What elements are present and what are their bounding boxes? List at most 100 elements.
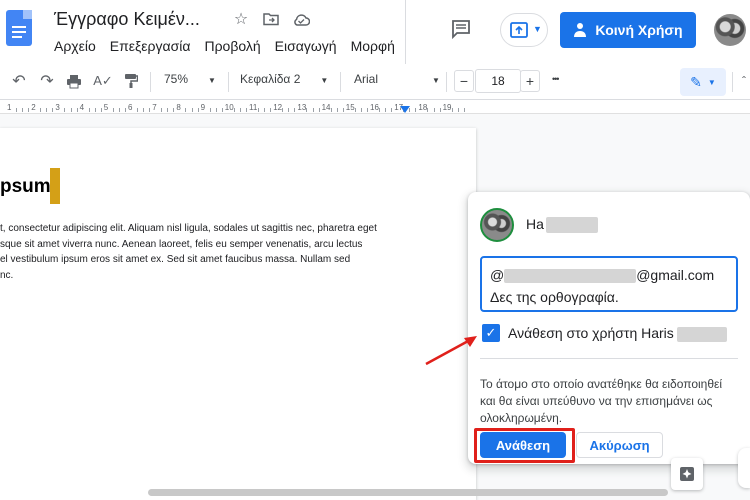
ruler-tick — [360, 108, 362, 112]
ruler-tick — [22, 108, 24, 112]
collapse-toolbar-icon[interactable]: ˆ — [738, 72, 750, 90]
ruler-tick — [288, 108, 290, 112]
menu-view[interactable]: Προβολή — [204, 38, 260, 54]
ruler-number: 18 — [418, 103, 428, 112]
ruler-tick — [94, 108, 96, 112]
ruler-tick — [209, 108, 211, 112]
horizontal-ruler: 1 2 3 4 5 6 7 8 9 10 11 12 13 14 15 16 17 18 19 — [0, 100, 750, 114]
editing-mode-button[interactable]: ✎ ▼ — [680, 68, 726, 96]
comment-text: Δες της ορθογραφία. — [490, 289, 619, 305]
ruler-tick — [385, 108, 387, 112]
ruler-tick — [28, 108, 30, 112]
assign-checkbox-label[interactable]: Ανάθεση στο χρήστη Haris — [508, 325, 727, 342]
ruler-number: 3 — [55, 103, 60, 112]
ruler-number: 7 — [152, 103, 157, 112]
ruler-tick — [100, 108, 102, 112]
style-select[interactable]: Κεφαλίδα 2 ▼ — [240, 72, 328, 86]
header-divider — [405, 0, 406, 64]
ruler-tick — [306, 108, 308, 112]
decrease-font-size-button[interactable]: − — [454, 70, 474, 92]
docs-logo-icon[interactable] — [6, 10, 32, 46]
redacted-name — [545, 217, 598, 234]
comment-history-icon[interactable] — [450, 18, 472, 40]
ruler-tick — [318, 108, 320, 112]
move-folder-icon[interactable] — [262, 10, 280, 28]
ruler-tick — [258, 108, 260, 112]
document-heading[interactable]: psum — [0, 176, 51, 198]
ruler-number: 4 — [79, 103, 85, 112]
share-button[interactable]: Κοινή Χρήση — [560, 12, 696, 48]
spellcheck-icon[interactable]: A✓ — [93, 72, 113, 90]
ruler-tick — [76, 108, 78, 112]
ruler-tick — [391, 108, 393, 112]
commenter-name-text: Ha — [526, 216, 544, 232]
increase-font-size-button[interactable]: + — [520, 70, 540, 92]
ruler-tick — [463, 108, 465, 112]
assign-note: Το άτομο στο οποίο ανατέθηκε θα ειδοποιη… — [480, 377, 723, 425]
menu-insert[interactable]: Εισαγωγή — [275, 38, 337, 54]
body-line: nc. — [0, 269, 14, 281]
account-avatar[interactable] — [714, 14, 746, 46]
font-select[interactable]: Arial ▼ — [354, 72, 440, 86]
more-options-icon[interactable]: ••• — [552, 74, 560, 84]
ruler-tick — [161, 108, 163, 112]
ruler-tick — [167, 108, 169, 112]
toolbar-separator — [150, 72, 151, 92]
chevron-down-icon: ▼ — [707, 77, 716, 87]
zoom-select[interactable]: 75% ▼ — [164, 72, 216, 86]
font-value: Arial — [354, 72, 379, 86]
menu-file[interactable]: Αρχείο — [54, 38, 96, 54]
ruler-tick — [270, 108, 272, 112]
document-page[interactable]: psum t, consectetur adipiscing elit. Ali… — [0, 128, 476, 500]
ruler-tick — [149, 108, 151, 112]
ruler-tick — [239, 108, 241, 112]
redo-icon[interactable]: ↷ — [38, 72, 56, 90]
cancel-button[interactable]: Ακύρωση — [576, 432, 663, 458]
ruler-tick — [185, 108, 187, 112]
document-body[interactable]: t, consectetur adipiscing elit. Aliquam … — [0, 221, 406, 283]
mention-prefix: @ — [490, 267, 505, 283]
toolbar-separator — [340, 72, 341, 92]
document-title[interactable]: Έγγραφο Κειμέν... — [54, 9, 200, 30]
ruler-tick — [191, 108, 193, 112]
ruler-tick — [52, 108, 54, 112]
ruler-tick — [282, 108, 284, 112]
commenter-name: Ha — [526, 216, 598, 234]
horizontal-scrollbar[interactable] — [148, 489, 668, 496]
chevron-down-icon: ▼ — [208, 76, 216, 85]
side-panel-toggle[interactable] — [738, 448, 750, 488]
font-size-input[interactable]: 18 — [475, 69, 521, 93]
ruler-tick — [124, 108, 126, 112]
print-icon[interactable] — [64, 72, 84, 90]
explore-icon[interactable] — [671, 458, 703, 490]
menu-format[interactable]: Μορφή — [351, 38, 395, 54]
ruler-tick — [294, 108, 296, 112]
paint-format-icon[interactable] — [122, 72, 140, 90]
formatting-toolbar: ↶ ↷ A✓ 75% ▼ Κεφαλίδα 2 ▼ Arial ▼ − 18 + ••… — [0, 64, 750, 100]
indent-marker-icon[interactable] — [400, 106, 410, 113]
star-icon[interactable]: ☆ — [232, 10, 250, 28]
menu-edit[interactable]: Επεξεργασία — [110, 38, 191, 54]
ruler-tick — [457, 108, 459, 112]
assign-checkbox[interactable]: ✓ — [482, 324, 500, 342]
present-button[interactable]: ▼ — [500, 13, 548, 47]
ruler-tick — [88, 108, 90, 112]
ruler-number: 8 — [176, 103, 181, 112]
ruler-tick — [221, 108, 223, 112]
ruler-tick — [64, 108, 66, 112]
title-bar: Έγγραφο Κειμέν... ☆ Αρχείο Επεξεργασία Π… — [0, 0, 750, 64]
ruler-tick — [143, 108, 145, 112]
ruler-tick — [433, 108, 435, 112]
card-divider — [480, 358, 738, 359]
assign-button-highlight — [474, 428, 575, 463]
ruler-tick — [451, 108, 453, 112]
text-cursor-highlight — [50, 168, 60, 204]
toolbar-separator — [228, 72, 229, 92]
mention-email-suffix: @gmail.com — [636, 267, 715, 283]
ruler-tick — [264, 108, 266, 112]
undo-icon[interactable]: ↶ — [10, 72, 28, 90]
body-line: t, consectetur adipiscing elit. Aliquam … — [0, 223, 377, 234]
present-icon — [510, 22, 528, 38]
cloud-saved-icon[interactable] — [291, 10, 311, 28]
comment-input[interactable]: @ @gmail.com Δες της ορθογραφία. — [480, 256, 738, 312]
